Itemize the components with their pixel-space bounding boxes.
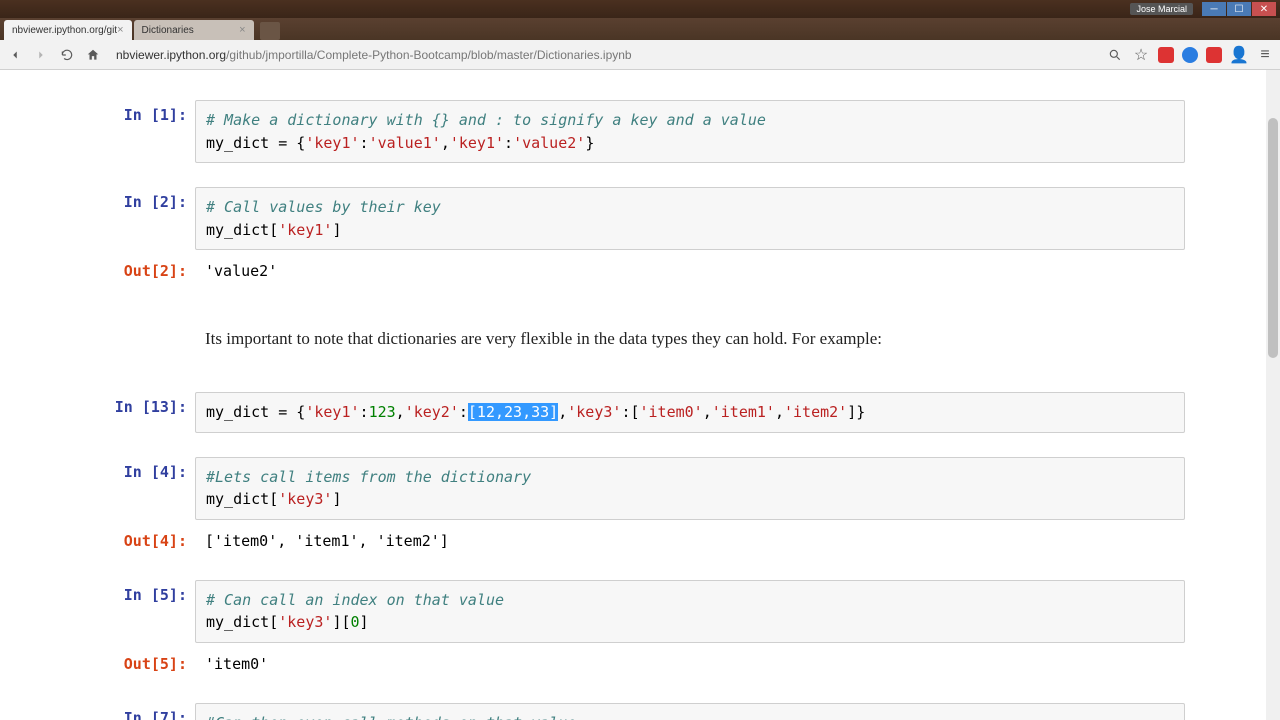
- input-prompt: In [7]:: [95, 703, 195, 720]
- output-text: 'value2': [195, 256, 1185, 286]
- code-cell: In [5]: # Can call an index on that valu…: [95, 580, 1185, 643]
- output-prompt: Out[5]:: [95, 649, 195, 673]
- zoom-icon[interactable]: [1106, 46, 1124, 64]
- profile-icon[interactable]: 👤: [1230, 46, 1248, 64]
- url-path: /github/jmportilla/Complete-Python-Bootc…: [226, 48, 632, 62]
- code-input[interactable]: #Can then even call methods on that valu…: [195, 703, 1185, 720]
- output-cell: Out[2]: 'value2': [95, 256, 1185, 286]
- output-prompt: Out[2]:: [95, 256, 195, 280]
- extension-icon[interactable]: [1182, 47, 1198, 63]
- code-input[interactable]: # Make a dictionary with {} and : to sig…: [195, 100, 1185, 163]
- output-cell: Out[5]: 'item0': [95, 649, 1185, 679]
- maximize-button[interactable]: ☐: [1227, 2, 1251, 16]
- code-input[interactable]: #Lets call items from the dictionary my_…: [195, 457, 1185, 520]
- tab-close-icon[interactable]: ×: [239, 24, 245, 36]
- page-content: In [1]: # Make a dictionary with {} and …: [0, 70, 1280, 720]
- input-prompt: In [1]:: [95, 100, 195, 124]
- code-cell: In [1]: # Make a dictionary with {} and …: [95, 100, 1185, 163]
- user-badge: Jose Marcial: [1130, 3, 1193, 15]
- input-prompt: In [2]:: [95, 187, 195, 211]
- code-input[interactable]: # Call values by their key my_dict['key1…: [195, 187, 1185, 250]
- url-host: nbviewer.ipython.org: [116, 48, 226, 62]
- menu-icon[interactable]: ≡: [1256, 46, 1274, 64]
- forward-button[interactable]: [32, 46, 50, 64]
- browser-tab-active[interactable]: nbviewer.ipython.org/git ×: [4, 20, 132, 40]
- extension-icon[interactable]: [1206, 47, 1222, 63]
- tab-title: Dictionaries: [142, 25, 194, 36]
- markdown-cell: Its important to note that dictionaries …: [95, 322, 1185, 356]
- tab-title: nbviewer.ipython.org/git: [12, 25, 117, 36]
- bookmark-icon[interactable]: ☆: [1132, 46, 1150, 64]
- home-button[interactable]: [84, 46, 102, 64]
- new-tab-button[interactable]: [260, 22, 280, 40]
- os-titlebar: Jose Marcial ─ ☐ ✕: [0, 0, 1280, 18]
- markdown-text: Its important to note that dictionaries …: [195, 322, 1185, 356]
- reload-button[interactable]: [58, 46, 76, 64]
- browser-tab-inactive[interactable]: Dictionaries ×: [134, 20, 254, 40]
- browser-toolbar: nbviewer.ipython.org/github/jmportilla/C…: [0, 40, 1280, 70]
- output-text: ['item0', 'item1', 'item2']: [195, 526, 1185, 556]
- scrollbar-track[interactable]: [1266, 70, 1280, 720]
- code-cell: In [7]: #Can then even call methods on t…: [95, 703, 1185, 720]
- output-prompt: Out[4]:: [95, 526, 195, 550]
- scrollbar-thumb[interactable]: [1268, 118, 1278, 358]
- back-button[interactable]: [6, 46, 24, 64]
- extension-icon[interactable]: [1158, 47, 1174, 63]
- output-text: 'item0': [195, 649, 1185, 679]
- browser-tabbar: nbviewer.ipython.org/git × Dictionaries …: [0, 18, 1280, 40]
- text-selection: [12,23,33]: [468, 403, 558, 421]
- code-input[interactable]: # Can call an index on that value my_dic…: [195, 580, 1185, 643]
- code-cell: In [13]: my_dict = {'key1':123,'key2':[1…: [95, 392, 1185, 433]
- input-prompt: In [13]:: [95, 392, 195, 416]
- code-cell: In [2]: # Call values by their key my_di…: [95, 187, 1185, 250]
- tab-close-icon[interactable]: ×: [117, 24, 123, 36]
- code-input[interactable]: my_dict = {'key1':123,'key2':[12,23,33],…: [195, 392, 1185, 433]
- input-prompt: In [4]:: [95, 457, 195, 481]
- address-bar[interactable]: nbviewer.ipython.org/github/jmportilla/C…: [110, 45, 1098, 65]
- code-cell: In [4]: #Lets call items from the dictio…: [95, 457, 1185, 520]
- minimize-button[interactable]: ─: [1202, 2, 1226, 16]
- window-close-button[interactable]: ✕: [1252, 2, 1276, 16]
- input-prompt: In [5]:: [95, 580, 195, 604]
- output-cell: Out[4]: ['item0', 'item1', 'item2']: [95, 526, 1185, 556]
